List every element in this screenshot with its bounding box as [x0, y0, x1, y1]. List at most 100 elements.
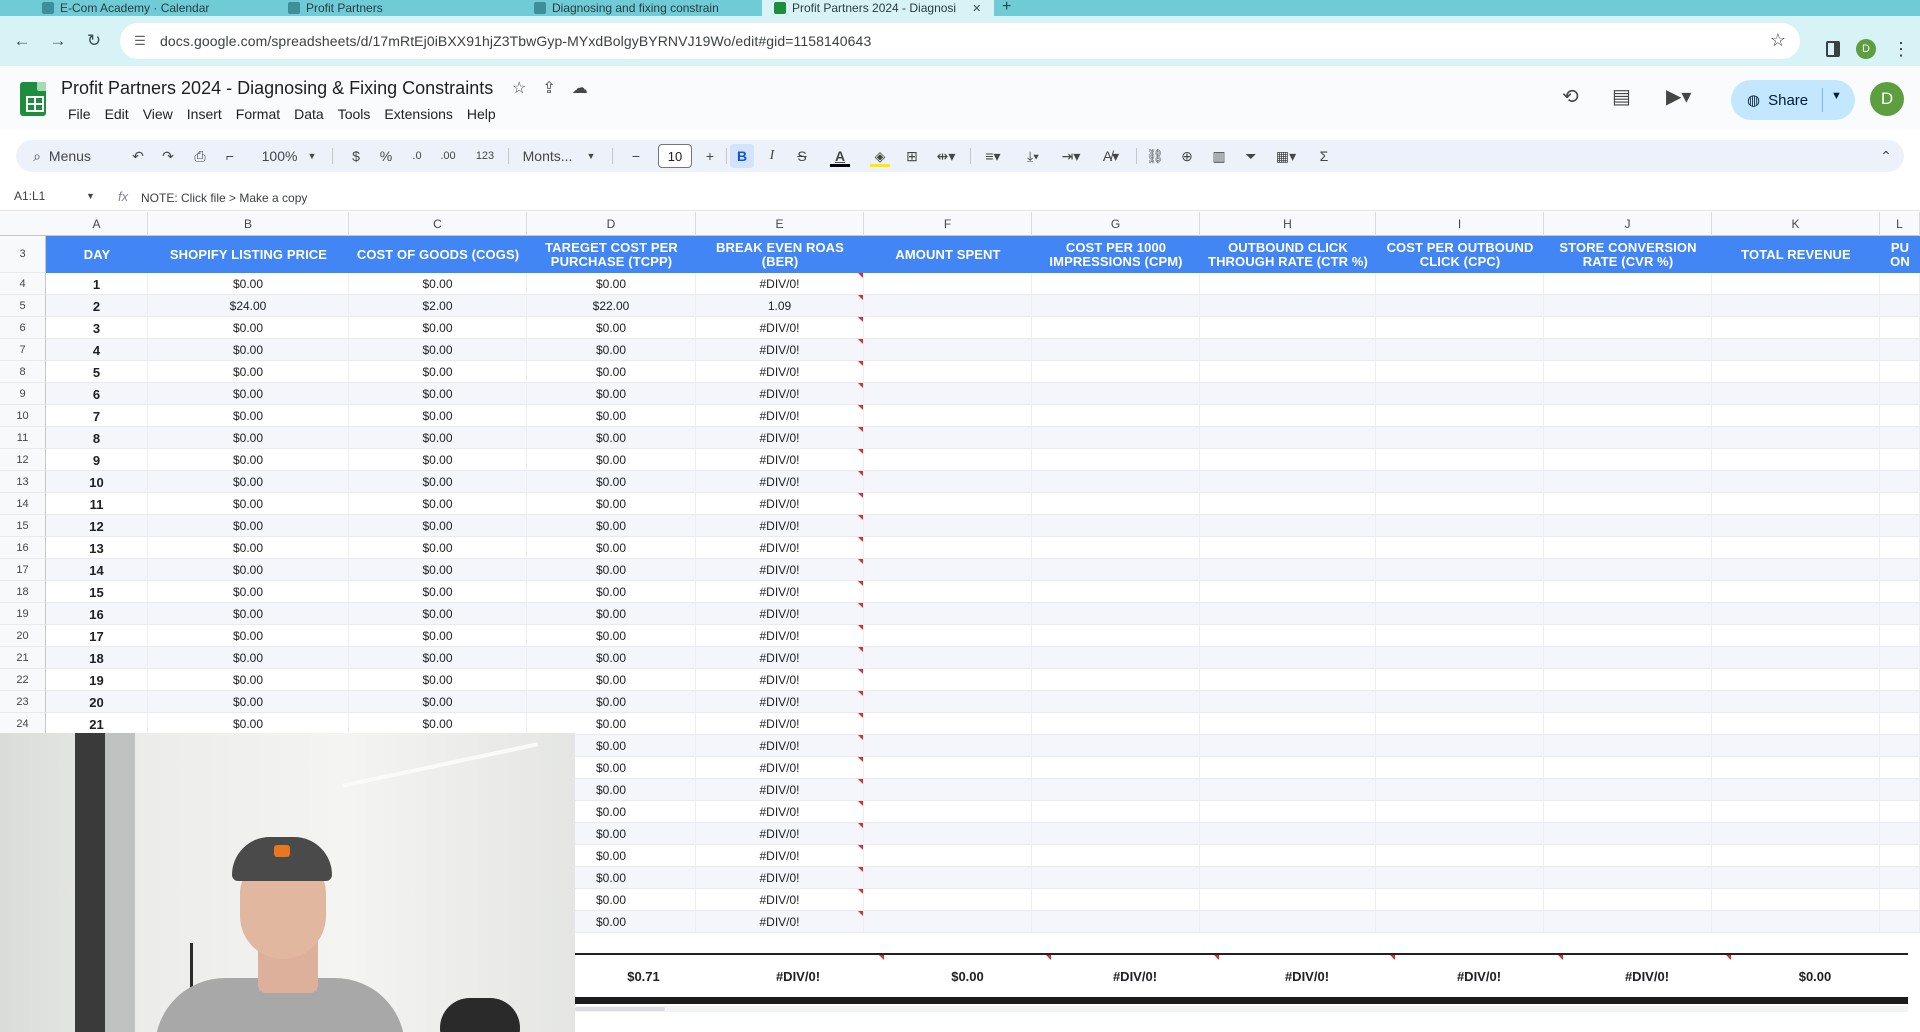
cell-price[interactable]: $0.00 — [148, 427, 349, 449]
cell-empty[interactable] — [1376, 867, 1544, 889]
cell-price[interactable]: $24.00 — [148, 295, 349, 317]
cell-empty[interactable] — [1544, 339, 1712, 361]
cell-tcpp[interactable]: $0.00 — [527, 515, 696, 537]
column-header-h[interactable]: H — [1200, 212, 1376, 236]
cell-day[interactable]: 21 — [46, 713, 148, 735]
cell-empty[interactable] — [1200, 867, 1376, 889]
decrease-decimal-button[interactable]: .0 — [406, 140, 428, 172]
cell-tcpp[interactable]: $0.00 — [527, 383, 696, 405]
row-number[interactable]: 6 — [0, 317, 46, 339]
cell-empty[interactable] — [1544, 427, 1712, 449]
cell-day[interactable]: 18 — [46, 647, 148, 669]
row-number[interactable]: 7 — [0, 339, 46, 361]
cell-tcpp[interactable]: $0.00 — [527, 273, 696, 295]
cell-ber[interactable]: #DIV/0! — [696, 823, 864, 845]
row-number[interactable]: 18 — [0, 581, 46, 603]
meet-video-icon[interactable]: ▶︎▾ — [1666, 84, 1691, 109]
row-number[interactable]: 19 — [0, 603, 46, 625]
cell-price[interactable]: $0.00 — [148, 405, 349, 427]
browser-menu-icon[interactable]: ⋮ — [1892, 39, 1910, 60]
cell-empty[interactable] — [1200, 691, 1376, 713]
cell-ber[interactable]: #DIV/0! — [696, 361, 864, 383]
cell-cogs[interactable]: $0.00 — [349, 405, 527, 427]
cell-empty[interactable] — [1544, 383, 1712, 405]
cell-day[interactable]: 16 — [46, 603, 148, 625]
row-number[interactable]: 22 — [0, 669, 46, 691]
cell-cogs[interactable]: $0.00 — [349, 603, 527, 625]
cell-empty[interactable] — [1712, 339, 1880, 361]
forward-icon[interactable]: → — [44, 27, 72, 55]
cell-empty[interactable] — [1712, 647, 1880, 669]
cell-empty[interactable] — [1712, 669, 1880, 691]
column-header-d[interactable]: D — [527, 212, 696, 236]
cell-empty[interactable] — [1032, 889, 1200, 911]
cell-empty[interactable] — [1544, 647, 1712, 669]
cell-cogs[interactable]: $0.00 — [349, 471, 527, 493]
cell-empty[interactable] — [1376, 669, 1544, 691]
cell-day[interactable]: 4 — [46, 339, 148, 361]
site-info-icon[interactable]: ☰ — [132, 33, 148, 49]
row-number[interactable]: 3 — [0, 236, 46, 273]
cell-empty[interactable] — [1544, 867, 1712, 889]
cell-empty[interactable] — [1200, 845, 1376, 867]
cell-tcpp[interactable]: $0.00 — [527, 317, 696, 339]
cell-empty[interactable] — [1544, 911, 1712, 933]
cell-tcpp[interactable]: $0.00 — [527, 449, 696, 471]
cell-day[interactable]: 8 — [46, 427, 148, 449]
address-bar[interactable]: ☰ docs.google.com/spreadsheets/d/17mRtEj… — [120, 23, 1800, 59]
cell-cogs[interactable]: $0.00 — [349, 317, 527, 339]
cell-price[interactable]: $0.00 — [148, 603, 349, 625]
cell-empty[interactable] — [1880, 867, 1920, 889]
total-cpm[interactable]: #DIV/0! — [1051, 955, 1219, 997]
row-number[interactable]: 10 — [0, 405, 46, 427]
row-number[interactable]: 11 — [0, 427, 46, 449]
cell-empty[interactable] — [1712, 317, 1880, 339]
cell-empty[interactable] — [1376, 295, 1544, 317]
horizontal-align-icon[interactable]: ≡▾ — [978, 140, 1008, 172]
cell-ber[interactable]: #DIV/0! — [696, 537, 864, 559]
header-cell-i[interactable]: COST PER OUTBOUND CLICK (CPC) — [1376, 236, 1544, 273]
cell-empty[interactable] — [1200, 383, 1376, 405]
name-box[interactable]: A1:L1 — [14, 189, 45, 203]
cell-empty[interactable] — [1880, 669, 1920, 691]
cell-empty[interactable] — [864, 317, 1032, 339]
redo-icon[interactable]: ↷ — [158, 140, 178, 172]
cell-day[interactable]: 15 — [46, 581, 148, 603]
row-number[interactable]: 20 — [0, 625, 46, 647]
cell-empty[interactable] — [1880, 383, 1920, 405]
cell-ber[interactable]: #DIV/0! — [696, 427, 864, 449]
bookmark-star-icon[interactable]: ☆ — [1770, 30, 1786, 51]
increase-font-size-icon[interactable]: + — [702, 140, 718, 172]
cell-cogs[interactable]: $0.00 — [349, 427, 527, 449]
cell-ber[interactable]: #DIV/0! — [696, 317, 864, 339]
cell-empty[interactable] — [864, 581, 1032, 603]
cell-day[interactable]: 5 — [46, 361, 148, 383]
cell-price[interactable]: $0.00 — [148, 669, 349, 691]
cell-ber[interactable]: #DIV/0! — [696, 493, 864, 515]
cell-empty[interactable] — [1200, 779, 1376, 801]
cell-ber[interactable]: #DIV/0! — [696, 691, 864, 713]
cell-tcpp[interactable]: $0.00 — [527, 493, 696, 515]
cell-empty[interactable] — [1880, 559, 1920, 581]
cell-empty[interactable] — [1712, 427, 1880, 449]
cell-empty[interactable] — [1376, 713, 1544, 735]
cell-empty[interactable] — [1880, 295, 1920, 317]
cell-empty[interactable] — [1712, 405, 1880, 427]
cell-empty[interactable] — [1880, 361, 1920, 383]
cell-tcpp[interactable]: $0.00 — [527, 559, 696, 581]
cell-empty[interactable] — [864, 735, 1032, 757]
decrease-font-size-icon[interactable]: − — [628, 140, 644, 172]
cell-cogs[interactable]: $0.00 — [349, 273, 527, 295]
insert-comment-icon[interactable]: ⊕ — [1176, 140, 1198, 172]
cell-tcpp[interactable]: $0.00 — [527, 361, 696, 383]
cell-empty[interactable] — [864, 779, 1032, 801]
cell-day[interactable]: 9 — [46, 449, 148, 471]
text-wrapping-icon[interactable]: ⇥▾ — [1056, 140, 1086, 172]
cell-day[interactable]: 13 — [46, 537, 148, 559]
zoom-select[interactable]: 100% ▼ — [260, 140, 318, 172]
cell-empty[interactable] — [1032, 823, 1200, 845]
cell-ber[interactable]: 1.09 — [696, 295, 864, 317]
cell-empty[interactable] — [1880, 845, 1920, 867]
cell-cogs[interactable]: $0.00 — [349, 713, 527, 735]
cell-empty[interactable] — [1544, 757, 1712, 779]
